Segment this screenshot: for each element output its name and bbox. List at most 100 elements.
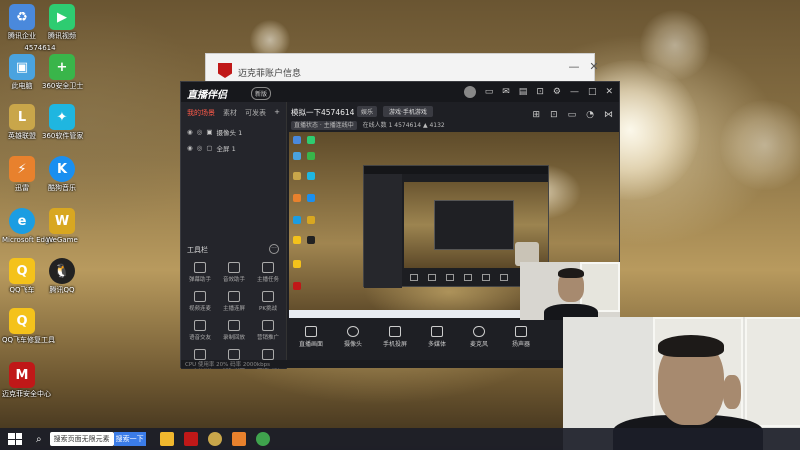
control-speaker[interactable]: 扬声器 <box>503 326 539 358</box>
wegame-icon: W <box>49 208 75 234</box>
settings-icon[interactable]: ⚙ <box>553 87 561 97</box>
tool-item[interactable]: 主播连屏 <box>217 291 251 312</box>
link-icon <box>228 291 240 302</box>
mail-icon[interactable]: ✉ <box>502 87 510 97</box>
lock-icon[interactable]: ◎ <box>197 128 203 136</box>
search-icon[interactable]: ⌕ <box>36 434 42 445</box>
chat-icon[interactable]: ▭ <box>568 110 577 120</box>
toolbox-icon <box>194 349 206 360</box>
file-explorer-icon[interactable] <box>159 432 174 446</box>
mcafee-icon: M <box>9 362 35 388</box>
desktop-icon-kugou[interactable]: K 酷狗音乐 <box>42 156 82 192</box>
webcam-small <box>520 262 620 320</box>
room-id: 在线人数 1 4574614 <box>362 122 422 129</box>
tool-item[interactable]: 录制回放 <box>217 320 251 341</box>
edge-icon: e <box>9 208 35 234</box>
mcafee-taskbar-icon[interactable] <box>183 432 198 446</box>
bell-icon[interactable]: ◔ <box>586 110 594 120</box>
control-phone[interactable]: 手机投屏 <box>377 326 413 358</box>
gift-icon[interactable]: ⊞ <box>533 110 541 120</box>
taskbar-search-input[interactable]: 搜索页面无限元素 <box>49 432 114 446</box>
lock-icon[interactable]: ◎ <box>197 144 203 152</box>
room-title: 模拟一下4574614 <box>291 108 355 117</box>
tool-item[interactable]: 语音交友 <box>183 320 217 341</box>
control-media[interactable]: 多媒体 <box>419 326 455 358</box>
eye-icon[interactable]: ◉ <box>187 144 193 152</box>
live-status-pill[interactable]: 直播状态 · 主播连线中 <box>291 121 357 130</box>
desktop-icon-360[interactable]: + 360安全卫士 <box>42 54 83 90</box>
scene-item[interactable]: ◉ ◎ ▣ 摄像头 1 <box>181 124 286 140</box>
tool-item[interactable]: 主播任务 <box>251 262 285 283</box>
tool-item[interactable]: 音效助手 <box>217 262 251 283</box>
preview-desktop-icon <box>307 172 315 180</box>
lock-icon[interactable]: ⊡ <box>536 87 544 97</box>
tab-materials[interactable]: 素材 <box>223 108 237 118</box>
tools-more-button[interactable]: ··· <box>269 244 279 254</box>
desktop-icon-360-manager[interactable]: ✦ 360软件管家 <box>42 104 83 140</box>
qqspeed-icon: Q <box>9 258 35 284</box>
taskbar-search-button[interactable]: 搜索一下 <box>113 432 146 446</box>
control-screen[interactable]: 直播画面 <box>293 326 329 358</box>
360-icon: + <box>49 54 75 80</box>
preview-desktop-icon <box>307 236 315 244</box>
desktop-icon-mcafee[interactable]: M 迈克菲安全中心 <box>2 362 51 398</box>
close-icon[interactable]: ✕ <box>605 87 613 97</box>
preview-desktop-icon <box>293 216 301 224</box>
tool-item[interactable]: 视频连麦 <box>183 291 217 312</box>
tool-item[interactable]: PK挑战 <box>251 291 285 312</box>
qq-tool-icon: Q <box>9 308 35 334</box>
desktop-icon-tencent-video[interactable]: ▶ 腾讯视频 <box>42 4 82 40</box>
app-taskbar-icon[interactable] <box>231 432 246 446</box>
preview-desktop-icon <box>293 260 301 268</box>
message-icon[interactable]: ▭ <box>485 87 494 97</box>
close-button[interactable]: ✕ <box>576 60 612 73</box>
media-icon <box>431 326 443 337</box>
danmaku-icon <box>194 262 206 273</box>
desktop-icon-wegame[interactable]: W WeGame <box>42 208 82 244</box>
lol-taskbar-icon[interactable] <box>207 432 222 446</box>
maximize-icon[interactable]: □ <box>588 87 597 97</box>
tools-grid: 弹幕助手 音效助手 主播任务 视频连麦 主播连屏 PK挑战 语音交友 录制回放 … <box>183 262 285 370</box>
gift-icon[interactable]: ▤ <box>519 87 528 97</box>
control-mic[interactable]: 麦克风 <box>461 326 497 358</box>
minimize-icon[interactable]: — <box>570 87 579 97</box>
desktop-icons: ♻ 腾讯企业 ▶ 腾讯视频 4574614 ▣ 此电脑 + 360安全卫士 L … <box>0 0 83 428</box>
tool-item[interactable]: 营销推广 <box>251 320 285 341</box>
share-icon[interactable]: ⋈ <box>604 110 613 120</box>
preview-desktop-icon <box>307 216 315 224</box>
avatar[interactable] <box>463 86 476 98</box>
add-scene-button[interactable]: + <box>274 108 280 118</box>
desktop-icon-recycle[interactable]: ♻ 腾讯企业 <box>2 4 42 40</box>
preview-desktop-icon <box>307 136 315 144</box>
scene-label: 摄像头 1 <box>216 129 243 137</box>
lock-icon[interactable]: ⊡ <box>550 110 558 120</box>
eye-icon[interactable]: ◉ <box>187 128 193 136</box>
room-category[interactable]: 娱乐 <box>357 106 378 117</box>
scene-item[interactable]: ◉ ◎ ▢ 全屏 1 <box>181 140 286 156</box>
app-titlebar: 直播伴侣 新版 ▭ ✉ ▤ ⊡ ⚙ — □ ✕ <box>181 82 619 102</box>
preview-desktop-icon <box>293 136 301 144</box>
preview-desktop-icon <box>293 172 301 180</box>
tool-item[interactable]: 弹幕助手 <box>183 262 217 283</box>
promo-icon <box>262 320 274 331</box>
control-camera[interactable]: 摄像头 <box>335 326 371 358</box>
scene-label: 全屏 1 <box>216 145 236 153</box>
voice-icon <box>194 320 206 331</box>
desktop-icon-edge[interactable]: e Microsoft Edge <box>2 208 54 244</box>
desktop-icon-qq-tool[interactable]: Q QQ飞车修复工具 <box>2 308 55 344</box>
desktop-icon-this-pc[interactable]: ▣ 此电脑 <box>2 54 42 90</box>
desktop-icon-thunder[interactable]: ⚡ 迅雷 <box>2 156 42 192</box>
phone-icon <box>389 326 401 337</box>
speaker-icon <box>515 326 527 337</box>
windows-start-icon[interactable] <box>8 433 22 445</box>
desktop-icon-lol[interactable]: L 英雄联盟 <box>2 104 42 140</box>
desktop-icon-qqspeed[interactable]: Q QQ飞车 <box>2 258 42 294</box>
kugou-icon: K <box>49 156 75 182</box>
tab-publishable[interactable]: 可发表 <box>245 108 266 118</box>
thunder-icon: ⚡ <box>9 156 35 182</box>
room-type[interactable]: 游戏·手机游戏 <box>383 106 433 117</box>
tab-my-scenes[interactable]: 我的场景 <box>187 108 215 118</box>
preview-desktop-icon <box>307 194 315 202</box>
desktop-icon-qq[interactable]: 🐧 腾讯QQ <box>42 258 82 294</box>
app-taskbar-icon[interactable] <box>255 432 270 446</box>
